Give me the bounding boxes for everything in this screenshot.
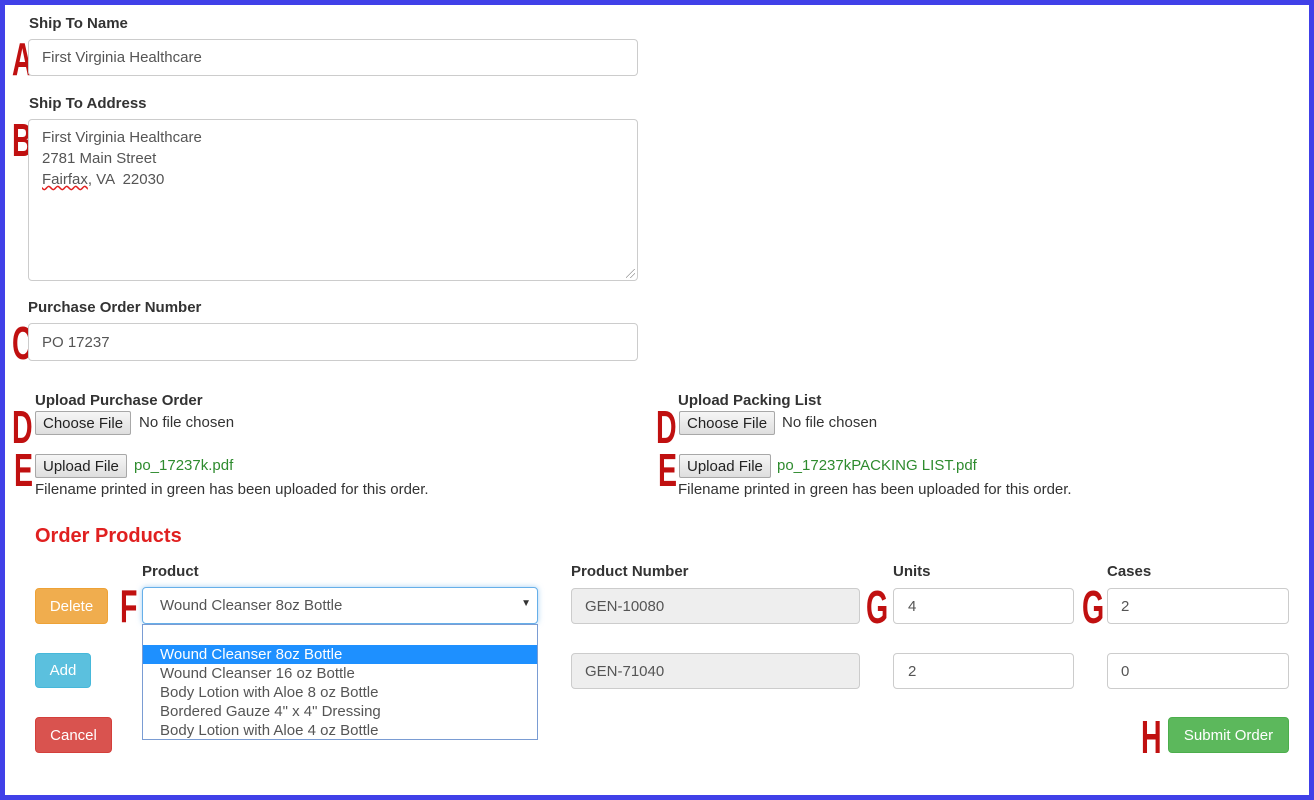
ship-to-name-value: First Virginia Healthcare bbox=[42, 49, 202, 66]
product-number-row-1: GEN-10080 bbox=[571, 588, 860, 624]
cancel-button[interactable]: Cancel bbox=[35, 717, 112, 753]
cases-value-2: 0 bbox=[1121, 662, 1130, 680]
upload-packing-label: Upload Packing List bbox=[678, 392, 822, 409]
upload-po-label: Upload Purchase Order bbox=[35, 392, 203, 409]
dropdown-option[interactable]: Wound Cleanser 16 oz Bottle bbox=[143, 664, 537, 683]
dropdown-option-selected[interactable]: Wound Cleanser 8oz Bottle bbox=[143, 645, 537, 664]
product-number-value-1: GEN-10080 bbox=[585, 597, 665, 615]
cases-value-1: 2 bbox=[1121, 597, 1130, 615]
packing-choose-file-button[interactable]: Choose File bbox=[679, 411, 776, 435]
dropdown-option[interactable]: Bordered Gauze 4" x 4" Dressing bbox=[143, 702, 537, 721]
packing-upload-note: Filename printed in green has been uploa… bbox=[678, 481, 1072, 498]
units-input-row-2[interactable]: 2 bbox=[893, 653, 1074, 689]
ship-to-address-label: Ship To Address bbox=[29, 95, 147, 112]
dropdown-option[interactable]: Body Lotion with Aloe 8 oz Bottle bbox=[143, 683, 537, 702]
packing-no-file-text: No file chosen bbox=[782, 414, 878, 431]
purchase-order-input[interactable]: PO 17237 bbox=[28, 323, 638, 361]
address-line-2: 2781 Main Street bbox=[42, 150, 157, 167]
delete-button[interactable]: Delete bbox=[35, 588, 108, 624]
po-choose-file-button[interactable]: Choose File bbox=[35, 411, 132, 435]
product-dropdown-list[interactable]: Wound Cleanser 8oz Bottle Wound Cleanser… bbox=[142, 624, 538, 740]
cases-header: Cases bbox=[1107, 563, 1152, 580]
product-number-row-2: GEN-71040 bbox=[571, 653, 860, 689]
units-header: Units bbox=[893, 563, 931, 580]
dropdown-option-blank[interactable] bbox=[143, 625, 537, 645]
packing-uploaded-filename: po_17237kPACKING LIST.pdf bbox=[777, 457, 977, 474]
address-line-3: Fairfax, VA 22030 bbox=[42, 169, 624, 190]
packing-upload-file-button[interactable]: Upload File bbox=[679, 454, 771, 478]
ship-to-address-textarea[interactable]: First Virginia Healthcare 2781 Main Stre… bbox=[28, 119, 638, 281]
marker-f: F bbox=[120, 580, 138, 632]
address-state-zip: , VA 22030 bbox=[87, 171, 165, 188]
submit-order-button[interactable]: Submit Order bbox=[1168, 717, 1289, 753]
po-upload-file-button[interactable]: Upload File bbox=[35, 454, 127, 478]
ship-to-name-input[interactable]: First Virginia Healthcare bbox=[28, 39, 638, 76]
caret-down-icon: ▼ bbox=[521, 598, 531, 609]
product-select-row-1[interactable]: Wound Cleanser 8oz Bottle ▼ bbox=[142, 587, 538, 624]
cases-input-row-2[interactable]: 0 bbox=[1107, 653, 1289, 689]
order-products-title: Order Products bbox=[35, 525, 182, 547]
product-number-value-2: GEN-71040 bbox=[585, 662, 665, 680]
dropdown-option[interactable]: Body Lotion with Aloe 4 oz Bottle bbox=[143, 721, 537, 740]
marker-h: H bbox=[1141, 711, 1162, 763]
product-number-header: Product Number bbox=[571, 563, 689, 580]
po-no-file-text: No file chosen bbox=[139, 414, 235, 431]
add-button[interactable]: Add bbox=[35, 653, 91, 688]
units-input-row-1[interactable]: 4 bbox=[893, 588, 1074, 624]
ship-to-name-label: Ship To Name bbox=[29, 15, 128, 32]
marker-e-packing: E bbox=[658, 444, 678, 496]
purchase-order-value: PO 17237 bbox=[42, 333, 110, 351]
marker-g-cases: G bbox=[1082, 581, 1105, 633]
purchase-order-label: Purchase Order Number bbox=[28, 299, 202, 316]
product-select-value: Wound Cleanser 8oz Bottle bbox=[160, 597, 343, 614]
cases-input-row-1[interactable]: 2 bbox=[1107, 588, 1289, 624]
po-upload-note: Filename printed in green has been uploa… bbox=[35, 481, 429, 498]
marker-g-units: G bbox=[866, 581, 889, 633]
address-city: Fairfax bbox=[42, 171, 88, 188]
po-uploaded-filename: po_17237k.pdf bbox=[134, 457, 234, 474]
resize-grip-icon[interactable] bbox=[626, 269, 635, 278]
address-line-1: First Virginia Healthcare bbox=[42, 129, 202, 146]
marker-e-po: E bbox=[14, 444, 34, 496]
product-header: Product bbox=[142, 563, 199, 580]
units-value-1: 4 bbox=[908, 597, 917, 615]
units-value-2: 2 bbox=[908, 662, 917, 680]
